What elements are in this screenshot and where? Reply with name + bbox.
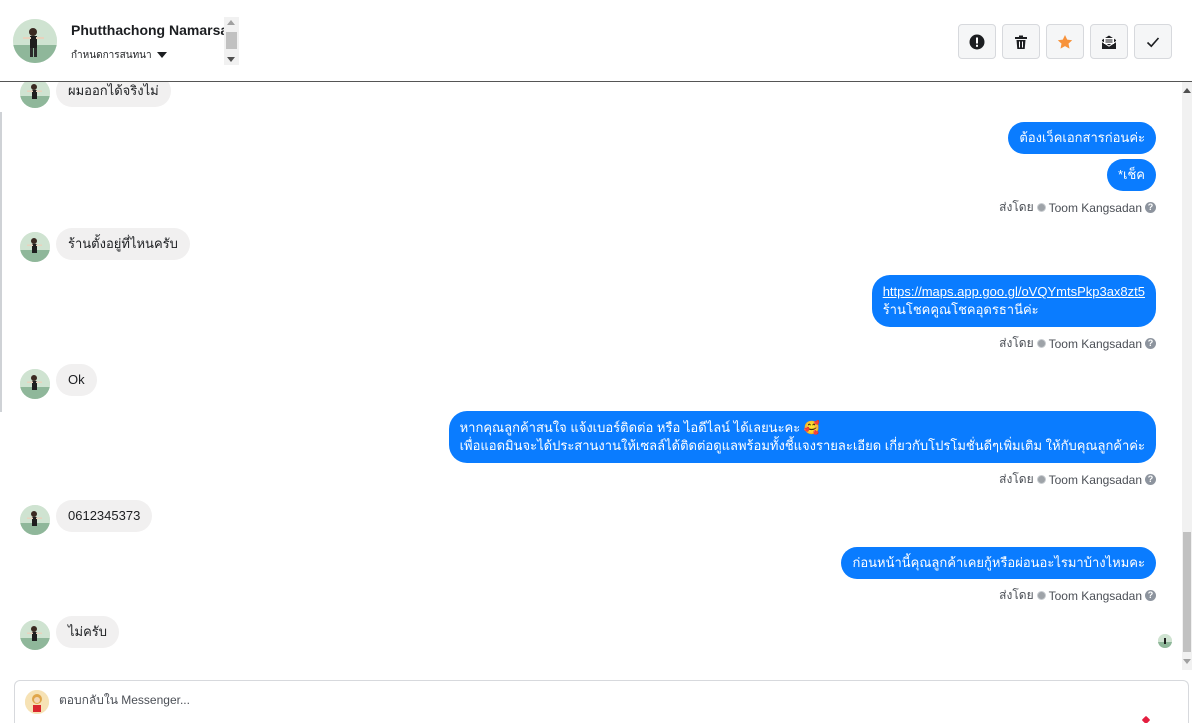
thread-scrollbar[interactable] [1182, 82, 1192, 670]
conversation-header: Phutthachong Namarsa กำหนดการสนทนา [0, 0, 1192, 82]
incoming-avatar[interactable] [20, 82, 50, 108]
conversation-actions [958, 24, 1172, 59]
caret-down-icon [156, 52, 167, 59]
alert-icon [969, 34, 985, 49]
trash-icon [1015, 35, 1027, 49]
outgoing-message[interactable]: ต้องเว็คเอกสารก่อนค่ะ [1008, 122, 1156, 154]
sent-by-agent[interactable]: Toom Kangsadan [1049, 337, 1142, 351]
seen-indicator-avatar [1158, 634, 1172, 648]
outgoing-message[interactable]: หากคุณลูกค้าสนใจ แจ้งเบอร์ติดต่อ หรือ ไอ… [448, 411, 1156, 463]
mark-spam-button[interactable] [958, 24, 996, 59]
incoming-message[interactable]: ไม่ครับ [56, 616, 120, 648]
star-button[interactable] [1046, 24, 1084, 59]
incoming-message[interactable]: Ok [56, 364, 97, 396]
agent-dot-icon [1036, 203, 1046, 212]
dropdown-scrollbar[interactable] [224, 17, 239, 65]
outgoing-message[interactable]: ก่อนหน้านี้คุณลูกค้าเคยกู้หรือผ่อนอะไรมา… [841, 547, 1156, 579]
delete-button[interactable] [1002, 24, 1040, 59]
mark-done-button[interactable] [1134, 24, 1172, 59]
scroll-thumb[interactable] [226, 32, 237, 49]
scroll-up-arrow-icon[interactable] [227, 20, 235, 25]
sent-by-agent[interactable]: Toom Kangsadan [1049, 201, 1142, 215]
incoming-avatar[interactable] [20, 369, 50, 399]
help-icon[interactable]: ? [1145, 474, 1156, 485]
help-icon[interactable]: ? [1145, 590, 1156, 601]
scroll-thumb[interactable] [1183, 532, 1191, 652]
scroll-up-arrow-icon[interactable] [1183, 88, 1191, 93]
contact-avatar[interactable] [13, 19, 57, 63]
mark-unread-button[interactable] [1090, 24, 1128, 59]
help-icon[interactable]: ? [1145, 338, 1156, 349]
sent-by-label: ส่งโดย Toom Kangsadan ? [999, 334, 1156, 353]
message-line-1: หากคุณลูกค้าสนใจ แจ้งเบอร์ติดต่อ หรือ ไอ… [459, 420, 821, 435]
check-icon [1146, 36, 1160, 47]
sent-by-label: ส่งโดย Toom Kangsadan ? [999, 470, 1156, 489]
sent-by-prefix: ส่งโดย [999, 200, 1034, 214]
agent-dot-icon [1036, 339, 1046, 348]
sent-by-prefix: ส่งโดย [999, 336, 1034, 350]
message-line-2: เพื่อแอดมินจะได้ประสานงานให้เซลล์ได้ติดต… [459, 438, 1145, 453]
conversation-status-dropdown[interactable]: กำหนดการสนทนา [71, 48, 167, 63]
notification-marker-icon [1141, 715, 1151, 723]
message-text: ร้านโชคคูณโชคอุดรธานีค่ะ [882, 302, 1039, 317]
agent-dot-icon [1036, 475, 1046, 484]
thread-divider [0, 112, 2, 412]
outgoing-message[interactable]: https://maps.app.goo.gl/oVQYmtsPkp3ax8zt… [871, 275, 1156, 327]
reply-input[interactable] [59, 693, 1059, 707]
agent-dot-icon [1036, 591, 1046, 600]
message-thread[interactable]: ผมออกได้จริงไม่ ต้องเว็คเอกสารก่อนค่ะ *เ… [0, 82, 1182, 670]
help-icon[interactable]: ? [1145, 202, 1156, 213]
page-avatar [25, 690, 49, 714]
incoming-avatar[interactable] [20, 232, 50, 262]
sent-by-prefix: ส่งโดย [999, 472, 1034, 486]
incoming-avatar[interactable] [20, 505, 50, 535]
sent-by-agent[interactable]: Toom Kangsadan [1049, 589, 1142, 603]
sent-by-label: ส่งโดย Toom Kangsadan ? [999, 586, 1156, 605]
scroll-down-arrow-icon[interactable] [1183, 659, 1191, 664]
maps-link[interactable]: https://maps.app.goo.gl/oVQYmtsPkp3ax8zt… [883, 284, 1145, 299]
incoming-avatar[interactable] [20, 620, 50, 650]
scroll-down-arrow-icon[interactable] [227, 57, 235, 62]
contact-name[interactable]: Phutthachong Namarsa [71, 22, 228, 38]
star-icon [1057, 34, 1073, 49]
sent-by-agent[interactable]: Toom Kangsadan [1049, 473, 1142, 487]
sent-by-label: ส่งโดย Toom Kangsadan ? [999, 198, 1156, 217]
sent-by-prefix: ส่งโดย [999, 588, 1034, 602]
incoming-message[interactable]: ผมออกได้จริงไม่ [56, 82, 171, 107]
unread-mail-icon [1102, 35, 1116, 49]
reply-composer [14, 680, 1189, 723]
outgoing-message[interactable]: *เช็ค [1106, 159, 1156, 191]
status-select-label: กำหนดการสนทนา [71, 50, 152, 61]
incoming-message[interactable]: ร้านตั้งอยู่ที่ไหนครับ [56, 228, 190, 260]
incoming-message[interactable]: 0612345373 [56, 500, 153, 532]
